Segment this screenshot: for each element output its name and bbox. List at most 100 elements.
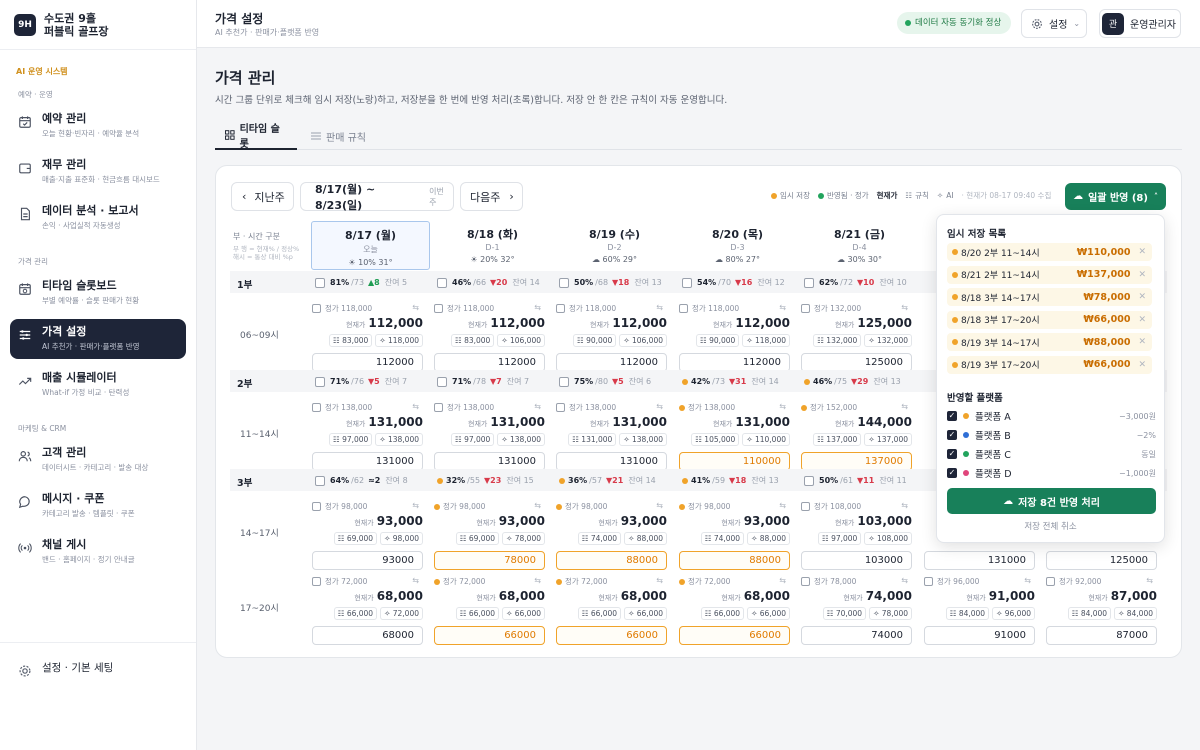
close-icon[interactable]: ✕: [1138, 315, 1146, 325]
slot-checkbox[interactable]: [804, 475, 814, 486]
platform-row[interactable]: ✓ 플랫폼 C 동일: [947, 446, 1156, 462]
saved-item[interactable]: 8/21 2부 11~14시 ₩137,000 ✕: [947, 265, 1152, 284]
slot-checkbox[interactable]: [315, 475, 325, 486]
price-input[interactable]: 131000: [924, 551, 1035, 570]
cancel-all-saved-link[interactable]: 저장 전체 취소: [937, 520, 1164, 532]
swap-icon[interactable]: ⇆: [1146, 576, 1153, 585]
day-header[interactable]: 8/21 (금) D-4 ☁ 30% 30°: [800, 221, 919, 270]
price-input[interactable]: 91000: [924, 626, 1035, 645]
swap-icon[interactable]: ⇆: [1024, 576, 1031, 585]
swap-icon[interactable]: ⇆: [901, 501, 908, 510]
price-input[interactable]: 66000: [556, 626, 667, 645]
close-icon[interactable]: ✕: [1138, 292, 1146, 302]
week-range[interactable]: 8/17(월) ~ 8/23(일) 이번 주: [300, 182, 454, 212]
sidebar-item-1[interactable]: 예약 관리 오늘 현황·빈자리 · 예약율 분석: [10, 106, 186, 146]
close-icon[interactable]: ✕: [1138, 337, 1146, 347]
price-input[interactable]: 78000: [434, 551, 545, 570]
sidebar-item-5[interactable]: 가격 설정 AI 추천가 · 판매가·플랫폼 반영: [10, 319, 186, 359]
slot-checkbox[interactable]: [434, 403, 443, 412]
process-saved-button[interactable]: ☁ 저장 8건 반영 처리: [947, 488, 1156, 514]
swap-icon[interactable]: ⇆: [656, 576, 663, 585]
sidebar-item-9[interactable]: 채널 게시 밴드 · 홈페이지 · 정기 안내글: [10, 532, 186, 572]
swap-icon[interactable]: ⇆: [412, 303, 419, 312]
day-header[interactable]: 8/18 (화) D-1 ☀ 20% 32°: [433, 221, 552, 270]
slot-checkbox[interactable]: [559, 376, 569, 387]
tab-sales-rules[interactable]: 판매 규칙: [301, 122, 376, 150]
close-icon[interactable]: ✕: [1138, 247, 1146, 257]
price-input[interactable]: 68000: [312, 626, 423, 645]
slot-checkbox[interactable]: [437, 376, 447, 387]
sidebar-item-6[interactable]: 매출 시뮬레이터 What-if 가정 비교 · 탄력성: [10, 365, 186, 405]
swap-icon[interactable]: ⇆: [779, 501, 786, 510]
platform-row[interactable]: ✓ 플랫폼 D −1,000원: [947, 465, 1156, 481]
platform-checkbox[interactable]: ✓: [947, 411, 957, 421]
price-input[interactable]: 125000: [1046, 551, 1157, 570]
platform-checkbox[interactable]: ✓: [947, 468, 957, 478]
sidebar-item-3[interactable]: 데이터 분석 · 보고서 손익 · 사업실적 자동생성: [10, 198, 186, 238]
prev-week-button[interactable]: ‹ 지난주: [231, 182, 294, 211]
swap-icon[interactable]: ⇆: [901, 402, 908, 411]
platform-checkbox[interactable]: ✓: [947, 430, 957, 440]
close-icon[interactable]: ✕: [1138, 270, 1146, 280]
slot-checkbox[interactable]: [801, 502, 810, 511]
price-input[interactable]: 88000: [679, 551, 790, 570]
swap-icon[interactable]: ⇆: [779, 303, 786, 312]
swap-icon[interactable]: ⇆: [779, 402, 786, 411]
saved-item[interactable]: 8/20 2부 11~14시 ₩110,000 ✕: [947, 243, 1152, 261]
swap-icon[interactable]: ⇆: [412, 402, 419, 411]
saved-item[interactable]: 8/19 3부 14~17시 ₩88,000 ✕: [947, 333, 1152, 351]
swap-icon[interactable]: ⇆: [901, 303, 908, 312]
swap-icon[interactable]: ⇆: [534, 576, 541, 585]
day-header[interactable]: 8/19 (수) D-2 ☁ 60% 29°: [555, 221, 674, 270]
price-input[interactable]: 103000: [801, 551, 912, 570]
sidebar-item-4[interactable]: 티타임 슬롯보드 부별 예약률 · 슬롯 판매가 현황: [10, 273, 186, 313]
slot-checkbox[interactable]: [315, 376, 325, 387]
price-input[interactable]: 66000: [434, 626, 545, 645]
swap-icon[interactable]: ⇆: [534, 303, 541, 312]
price-input[interactable]: 93000: [312, 551, 423, 570]
price-input[interactable]: 87000: [1046, 626, 1157, 645]
sidebar-item-settings[interactable]: 설정 · 기본 세팅: [10, 655, 186, 685]
slot-checkbox[interactable]: [437, 277, 447, 288]
close-icon[interactable]: ✕: [1138, 360, 1146, 370]
price-input[interactable]: 74000: [801, 626, 912, 645]
day-header[interactable]: 8/20 (목) D-3 ☁ 80% 27°: [678, 221, 797, 270]
slot-checkbox[interactable]: [804, 277, 814, 288]
slot-checkbox[interactable]: [559, 277, 569, 288]
settings-button[interactable]: 설정 ⌄: [1021, 9, 1087, 38]
slot-checkbox[interactable]: [679, 304, 688, 313]
swap-icon[interactable]: ⇆: [534, 402, 541, 411]
price-input[interactable]: 66000: [679, 626, 790, 645]
platform-row[interactable]: ✓ 플랫폼 B −2%: [947, 427, 1156, 443]
slot-checkbox[interactable]: [312, 403, 321, 412]
next-week-button[interactable]: 다음주 ›: [460, 182, 523, 211]
slot-checkbox[interactable]: [1046, 577, 1055, 586]
slot-checkbox[interactable]: [434, 304, 443, 313]
swap-icon[interactable]: ⇆: [656, 303, 663, 312]
swap-icon[interactable]: ⇆: [901, 576, 908, 585]
slot-checkbox[interactable]: [801, 577, 810, 586]
slot-checkbox[interactable]: [801, 304, 810, 313]
slot-checkbox[interactable]: [312, 577, 321, 586]
saved-item[interactable]: 8/19 3부 17~20시 ₩66,000 ✕: [947, 355, 1152, 374]
platform-checkbox[interactable]: ✓: [947, 449, 957, 459]
sidebar-item-8[interactable]: 메시지 · 쿠폰 카테고리 발송 · 템플릿 · 쿠폰: [10, 486, 186, 526]
slot-checkbox[interactable]: [556, 304, 565, 313]
swap-icon[interactable]: ⇆: [656, 402, 663, 411]
price-input[interactable]: 88000: [556, 551, 667, 570]
sidebar-item-7[interactable]: 고객 관리 데이터시트 · 카테고리 · 발송 대상: [10, 440, 186, 480]
swap-icon[interactable]: ⇆: [412, 576, 419, 585]
saved-item[interactable]: 8/18 3부 14~17시 ₩78,000 ✕: [947, 288, 1152, 306]
swap-icon[interactable]: ⇆: [656, 501, 663, 510]
day-header[interactable]: 8/17 (월) 오늘 ☀ 10% 31°: [311, 221, 430, 270]
slot-checkbox[interactable]: [682, 277, 692, 288]
saved-item[interactable]: 8/18 3부 17~20시 ₩66,000 ✕: [947, 310, 1152, 329]
user-menu[interactable]: 관 운영관리자: [1099, 9, 1181, 38]
slot-checkbox[interactable]: [312, 502, 321, 511]
slot-checkbox[interactable]: [312, 304, 321, 313]
sidebar-item-2[interactable]: 재무 관리 매출·지출 표준화 · 현금흐름 대시보드: [10, 152, 186, 192]
slot-checkbox[interactable]: [924, 577, 933, 586]
slot-checkbox[interactable]: [556, 403, 565, 412]
bulk-apply-button[interactable]: ☁ 일괄 반영 (8) ˄: [1065, 183, 1166, 210]
platform-row[interactable]: ✓ 플랫폼 A −3,000원: [947, 408, 1156, 424]
